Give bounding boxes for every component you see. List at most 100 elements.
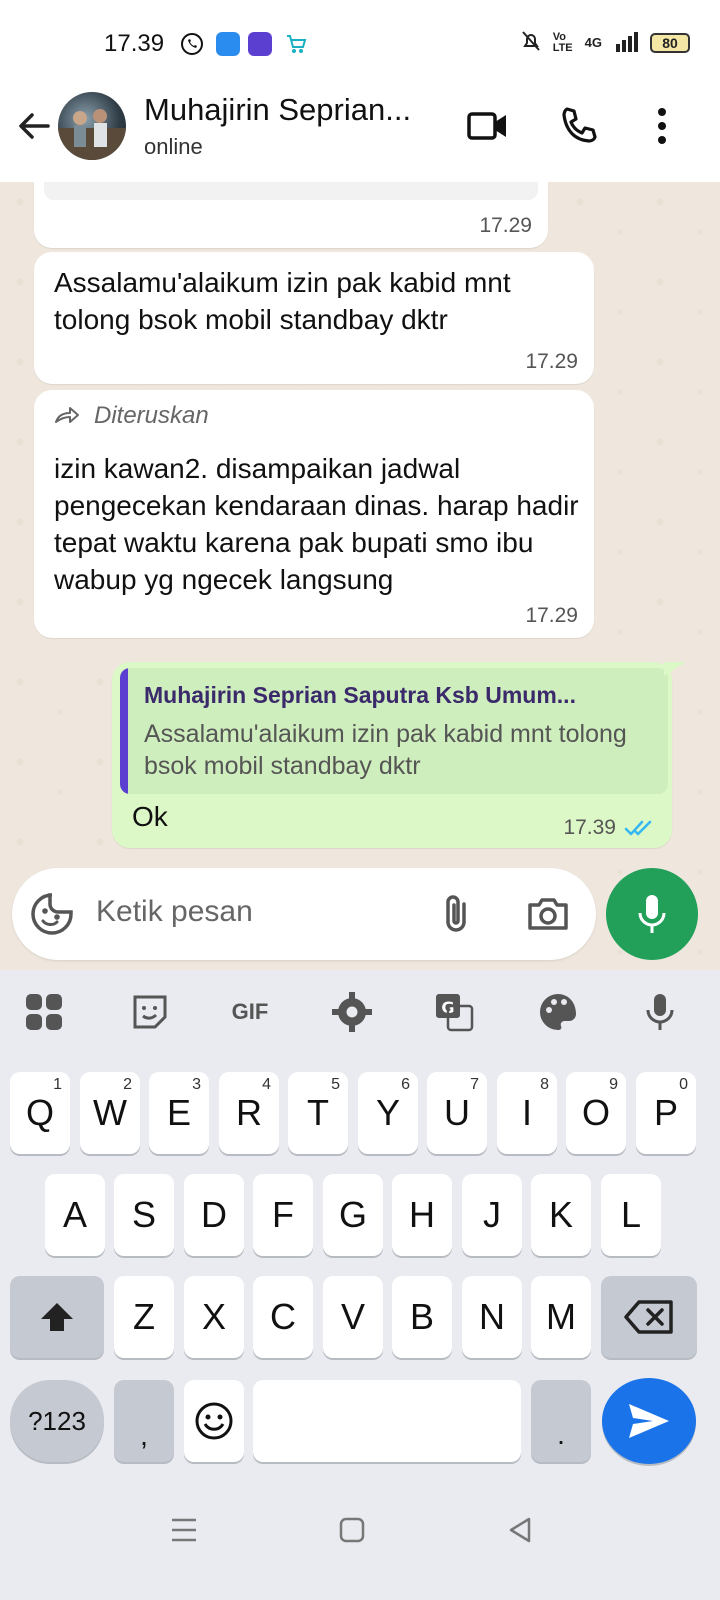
key-label: M (546, 1296, 576, 1337)
period-key[interactable]: . (531, 1380, 591, 1462)
key-p[interactable]: P0 (636, 1072, 696, 1154)
message-input[interactable]: Ketik pesan (96, 895, 253, 929)
contact-name[interactable]: Muhajirin Seprian... (144, 92, 411, 128)
back-arrow-icon[interactable] (14, 106, 54, 146)
app-icon-blue (216, 32, 240, 56)
key-i[interactable]: I8 (497, 1072, 557, 1154)
gif-button[interactable]: GIF (228, 990, 272, 1034)
key-r[interactable]: R4 (219, 1072, 279, 1154)
key-b[interactable]: B (392, 1276, 452, 1358)
key-label: C (270, 1296, 296, 1337)
camera-icon[interactable] (524, 890, 572, 938)
key-f[interactable]: F (253, 1174, 313, 1256)
more-options-icon[interactable] (640, 104, 684, 148)
key-number: 1 (53, 1076, 62, 1093)
key-l[interactable]: L (601, 1174, 661, 1256)
period-label: . (557, 1419, 565, 1450)
comma-key[interactable]: , (114, 1380, 174, 1462)
key-number: 9 (609, 1076, 618, 1093)
key-t[interactable]: T5 (288, 1072, 348, 1154)
emoji-smile-icon (195, 1402, 233, 1440)
message-time: 17.29 (525, 604, 578, 627)
message-incoming[interactable]: Assalamu'alaikum izin pak kabid mnt tolo… (34, 252, 594, 384)
key-h[interactable]: H (392, 1174, 452, 1256)
send-key[interactable] (602, 1378, 696, 1464)
forwarded-label: Diteruskan (54, 402, 209, 430)
message-incoming-partial[interactable]: 17.29 (34, 182, 548, 248)
symbols-key[interactable]: ?123 (10, 1380, 104, 1462)
key-c[interactable]: C (253, 1276, 313, 1358)
key-g[interactable]: G (323, 1174, 383, 1256)
key-label: P (653, 1092, 678, 1133)
key-o[interactable]: O9 (566, 1072, 626, 1154)
status-right: Vo LTE 4G 80 (521, 30, 690, 55)
key-number: 2 (123, 1076, 132, 1093)
key-number: 3 (192, 1076, 201, 1093)
key-j[interactable]: J (462, 1174, 522, 1256)
shift-key[interactable] (10, 1276, 104, 1358)
key-label: L (620, 1194, 642, 1235)
read-ticks-icon (624, 820, 652, 836)
space-bar[interactable] (253, 1380, 521, 1462)
key-label: Z (133, 1296, 155, 1337)
signal-icon (614, 30, 638, 55)
settings-gear-icon[interactable] (330, 990, 374, 1034)
apps-grid-icon[interactable] (22, 990, 66, 1034)
emoji-key[interactable] (184, 1380, 244, 1462)
key-number: 4 (262, 1076, 271, 1093)
key-s[interactable]: S (114, 1174, 174, 1256)
app-icon-purple (248, 32, 272, 56)
key-v[interactable]: V (323, 1276, 383, 1358)
home-icon[interactable] (332, 1510, 372, 1550)
system-navbar (0, 1470, 720, 1600)
attach-icon[interactable] (434, 890, 482, 938)
avatar[interactable] (58, 92, 126, 160)
key-label: T (307, 1092, 329, 1133)
voice-input-icon[interactable] (638, 990, 682, 1034)
key-label: R (236, 1092, 262, 1133)
translate-icon[interactable]: G (432, 990, 476, 1034)
key-d[interactable]: D (184, 1174, 244, 1256)
back-nav-icon[interactable] (500, 1510, 540, 1550)
chat-header: Muhajirin Seprian... online (0, 86, 720, 182)
key-label: H (409, 1194, 435, 1235)
key-m[interactable]: M (531, 1276, 591, 1358)
key-y[interactable]: Y6 (358, 1072, 418, 1154)
theme-palette-icon[interactable] (536, 990, 580, 1034)
key-k[interactable]: K (531, 1174, 591, 1256)
key-a[interactable]: A (45, 1174, 105, 1256)
video-call-icon[interactable] (466, 104, 510, 148)
key-q[interactable]: Q1 (10, 1072, 70, 1154)
emoji-sticker-icon[interactable] (28, 890, 76, 938)
message-text: izin kawan2. disampaikan jadwal pengecek… (54, 453, 579, 595)
voice-call-icon[interactable] (558, 104, 602, 148)
backspace-key[interactable] (601, 1276, 697, 1358)
symbols-label: ?123 (28, 1405, 86, 1436)
quoted-message[interactable]: Muhajirin Seprian Saputra Ksb Umum... As… (120, 668, 668, 794)
key-number: 7 (470, 1076, 479, 1093)
key-u[interactable]: U7 (427, 1072, 487, 1154)
recent-apps-icon[interactable] (164, 1510, 204, 1550)
voice-record-button[interactable] (606, 868, 698, 960)
key-x[interactable]: X (184, 1276, 244, 1358)
key-number: 0 (679, 1076, 688, 1093)
key-label: O (581, 1092, 610, 1133)
forwarded-text: Diteruskan (94, 402, 209, 429)
key-label: K (548, 1194, 573, 1235)
key-label: E (166, 1092, 191, 1133)
key-z[interactable]: Z (114, 1276, 174, 1358)
status-time: 17.39 (104, 30, 165, 57)
key-label: J (483, 1194, 501, 1235)
key-label: Q (25, 1092, 54, 1133)
key-w[interactable]: W2 (80, 1072, 140, 1154)
message-outgoing[interactable]: Muhajirin Seprian Saputra Ksb Umum... As… (112, 662, 672, 848)
chat-area[interactable]: 17.29 Assalamu'alaikum izin pak kabid mn… (0, 182, 720, 970)
battery-icon: 80 (650, 32, 690, 53)
key-e[interactable]: E3 (149, 1072, 209, 1154)
sticker-icon[interactable] (128, 990, 172, 1034)
key-n[interactable]: N (462, 1276, 522, 1358)
message-forwarded[interactable]: Diteruskan izin kawan2. disampaikan jadw… (34, 390, 594, 638)
message-input-bar[interactable]: Ketik pesan (12, 868, 596, 960)
key-label: X (201, 1296, 226, 1337)
key-label: F (272, 1194, 294, 1235)
